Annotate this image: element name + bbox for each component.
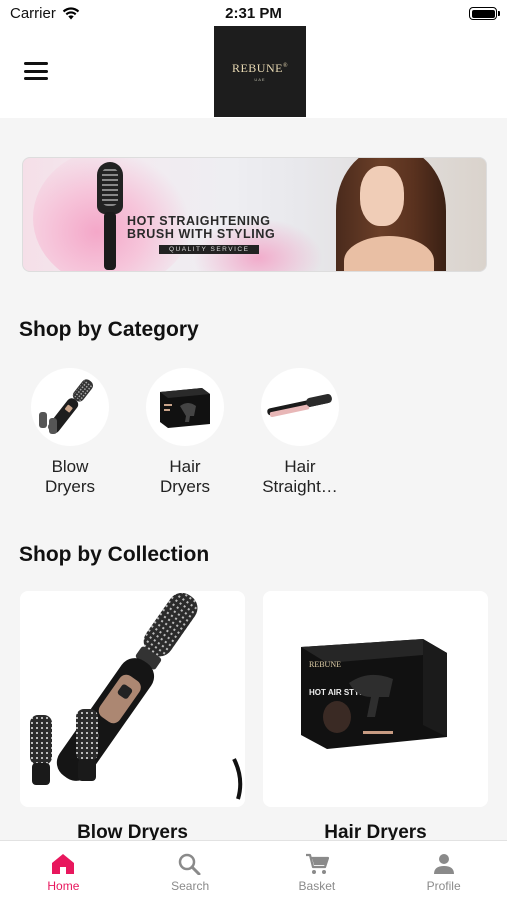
- straightening-brush-image: [93, 162, 127, 270]
- hair-dryer-box-icon: [146, 368, 224, 446]
- model-photo: [286, 158, 486, 271]
- collection-card-hair-dryers[interactable]: REBUNE HOT AIR STYLE: [263, 591, 488, 807]
- category-label: Hair Straight…: [262, 457, 338, 496]
- collection-card-blow-dryers[interactable]: [20, 591, 245, 807]
- tab-profile[interactable]: Profile: [380, 841, 507, 900]
- hair-straightener-icon: [261, 368, 339, 446]
- cart-icon: [305, 853, 329, 874]
- brand-logo[interactable]: REBUNE® UAE: [214, 26, 306, 117]
- blow-dryer-brush-icon: [31, 368, 109, 446]
- tab-label: Home: [47, 879, 80, 893]
- battery-icon: [469, 7, 500, 20]
- hair-dryer-box-image: REBUNE HOT AIR STYLE: [301, 639, 447, 749]
- hamburger-menu-icon[interactable]: [24, 62, 48, 80]
- logo-subtext: UAE: [254, 77, 266, 82]
- svg-text:REBUNE: REBUNE: [309, 660, 341, 669]
- category-label: Blow Dryers: [44, 457, 96, 496]
- banner-headline: HOT STRAIGHTENING BRUSH WITH STYLING: [127, 214, 276, 241]
- search-icon: [178, 853, 201, 875]
- status-bar: Carrier 2:31 PM: [0, 0, 507, 26]
- person-icon: [433, 854, 454, 874]
- tab-label: Basket: [298, 879, 336, 893]
- logo-wordmark: REBUNE®: [231, 61, 289, 75]
- promo-banner[interactable]: HOT STRAIGHTENING BRUSH WITH STYLING QUA…: [22, 157, 487, 272]
- tab-label: Profile: [426, 879, 461, 893]
- tab-home[interactable]: Home: [0, 841, 127, 900]
- category-section-title: Shop by Category: [19, 318, 199, 341]
- tab-search[interactable]: Search: [127, 841, 254, 900]
- tab-label: Search: [171, 879, 210, 893]
- app-header: REBUNE® UAE: [0, 26, 507, 118]
- banner-tagline: QUALITY SERVICE: [159, 245, 260, 254]
- clock: 2:31 PM: [225, 5, 282, 22]
- tab-basket[interactable]: Basket: [254, 841, 381, 900]
- category-hair-dryers[interactable]: Hair Dryers: [135, 368, 235, 497]
- blow-dryer-brush-image: [30, 592, 243, 800]
- home-icon: [52, 854, 75, 874]
- bottom-tab-bar: Home Search Basket Profile: [0, 840, 507, 900]
- collection-section-title: Shop by Collection: [19, 543, 210, 566]
- category-blow-dryers[interactable]: Blow Dryers: [20, 368, 120, 497]
- category-hair-straighteners[interactable]: Hair Straight…: [250, 368, 350, 497]
- category-label: Hair Dryers: [159, 457, 211, 496]
